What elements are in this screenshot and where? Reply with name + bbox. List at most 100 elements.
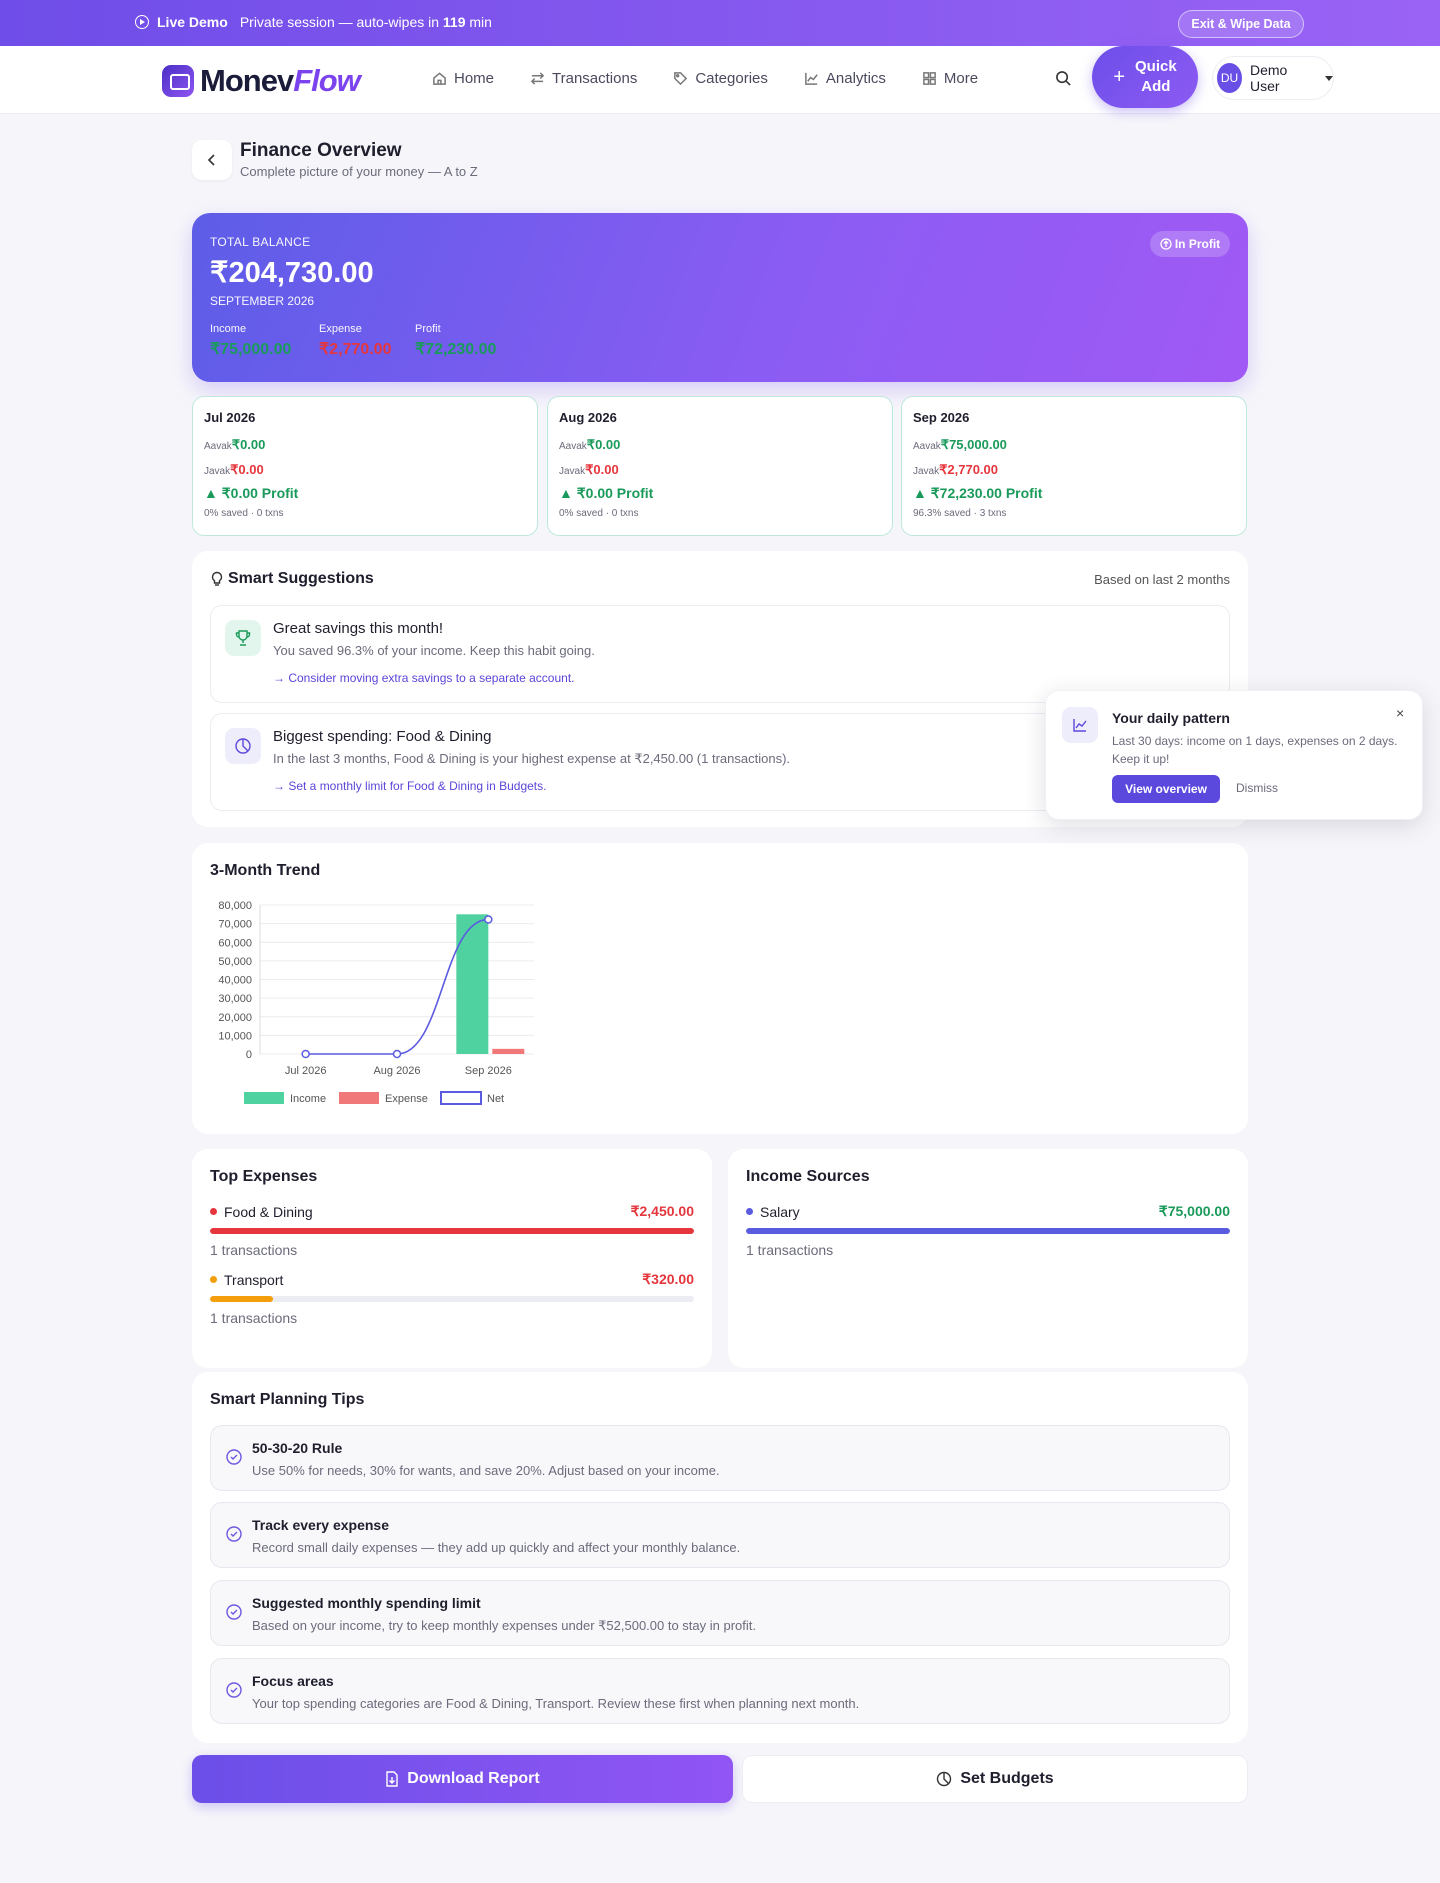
y-tick-label: 40,000: [218, 975, 252, 987]
suggestion-action-link[interactable]: → Set a monthly limit for Food & Dining …: [273, 779, 546, 793]
chevron-left-icon: [207, 154, 215, 166]
y-tick-label: 10,000: [218, 1030, 252, 1042]
view-overview-button[interactable]: View overview: [1112, 775, 1220, 803]
legend-swatch: [244, 1092, 284, 1104]
lightbulb-icon: [211, 571, 223, 586]
play-circle-icon: [135, 15, 149, 29]
planning-tips-panel: Smart Planning Tips 50-30-20 Rule Use 50…: [192, 1372, 1248, 1743]
page-title: Finance Overview: [240, 140, 402, 161]
progress-track: [210, 1296, 694, 1302]
expense-item[interactable]: Food & Dining ₹2,450.00 1 transactions: [210, 1203, 694, 1258]
x-tick-label: Sep 2026: [465, 1065, 512, 1077]
toast-title: Your daily pattern: [1112, 710, 1230, 726]
caret-down-icon: [1325, 75, 1333, 81]
pie-chart-icon: [937, 1771, 952, 1787]
nav-item-categories[interactable]: Categories: [673, 70, 768, 87]
close-icon[interactable]: ×: [1396, 705, 1404, 721]
nav-links: Home Transactions Categories Analytics M…: [432, 70, 1014, 87]
net-point: [392, 1049, 402, 1059]
avatar: DU: [1217, 63, 1242, 93]
tag-icon: [674, 72, 688, 86]
brand-logo[interactable]: MonevFlow: [162, 63, 361, 99]
top-nav: MonevFlow Home Transactions Categories A…: [0, 46, 1440, 114]
y-tick-label: 20,000: [218, 1012, 252, 1024]
check-circle-icon: [226, 1526, 242, 1542]
pie-chart-icon: [225, 728, 261, 764]
progress-track: [746, 1228, 1230, 1234]
expense-stat: Expense ₹2,770.00: [319, 323, 392, 358]
legend-label: Net: [487, 1093, 504, 1105]
income-bar: [456, 914, 489, 1054]
check-circle-icon: [226, 1449, 242, 1465]
toast-desc: Last 30 days: income on 1 days, expenses…: [1112, 734, 1398, 766]
legend-label: Income: [290, 1093, 326, 1105]
nav-item-home[interactable]: Home: [432, 70, 494, 87]
net-point: [301, 1049, 310, 1059]
page-subtitle: Complete picture of your money — A to Z: [240, 164, 478, 179]
x-tick-label: Aug 2026: [373, 1065, 420, 1077]
suggestions-basis: Based on last 2 months: [1094, 572, 1230, 587]
legend-label: Expense: [385, 1093, 428, 1105]
search-button[interactable]: [1047, 61, 1079, 95]
set-budgets-button[interactable]: Set Budgets: [742, 1755, 1248, 1803]
tips-title: Smart Planning Tips: [210, 1391, 365, 1408]
demo-message: Private session — auto-wipes in 119 min: [239, 14, 492, 30]
arrows-swap-icon: [530, 72, 545, 85]
expense-item[interactable]: Transport ₹320.00 1 transactions: [210, 1271, 694, 1326]
nav-item-more[interactable]: More: [922, 70, 978, 87]
month-card-aug[interactable]: Aug 2026 Aavak₹0.00 Javak₹0.00 ▲ ₹0.00 P…: [547, 396, 893, 536]
check-circle-icon: [226, 1682, 242, 1698]
suggestions-title: Smart Suggestions: [228, 570, 374, 587]
income-sources-title: Income Sources: [746, 1168, 870, 1185]
wallet-logo-icon: [162, 65, 194, 97]
exit-wipe-button[interactable]: Exit & Wipe Data: [1178, 10, 1304, 38]
suggestion-card: Great savings this month! You saved 96.3…: [210, 605, 1230, 703]
check-circle-icon: [226, 1604, 242, 1620]
demo-banner: Live Demo Private session — auto-wipes i…: [0, 0, 1440, 46]
month-card-sep[interactable]: Sep 2026 Aavak₹75,000.00 Javak₹2,770.00 …: [901, 396, 1247, 536]
daily-pattern-toast: Your daily pattern Last 30 days: income …: [1045, 690, 1423, 820]
back-button[interactable]: [192, 140, 232, 180]
top-expenses-title: Top Expenses: [210, 1168, 318, 1185]
suggestion-action-link[interactable]: → Consider moving extra savings to a sep…: [273, 671, 575, 685]
nav-item-transactions[interactable]: Transactions: [530, 70, 637, 87]
progress-fill: [746, 1228, 1230, 1234]
user-menu[interactable]: DU Demo User: [1212, 56, 1334, 100]
balance-month: SEPTEMBER 2026: [210, 294, 315, 308]
dismiss-button[interactable]: Dismiss: [1236, 781, 1278, 795]
progress-fill: [210, 1296, 273, 1302]
tip-card: 50-30-20 Rule Use 50% for needs, 30% for…: [210, 1425, 1230, 1491]
y-tick-label: 30,000: [218, 993, 252, 1005]
download-report-button[interactable]: Download Report: [192, 1755, 733, 1803]
tip-card: Track every expense Record small daily e…: [210, 1502, 1230, 1568]
y-tick-label: 50,000: [218, 956, 252, 968]
tip-card: Focus areas Your top spending categories…: [210, 1658, 1230, 1724]
top-expenses-panel: Top Expenses Food & Dining ₹2,450.00 1 t…: [192, 1149, 712, 1368]
nav-item-analytics[interactable]: Analytics: [804, 70, 886, 87]
income-item[interactable]: Salary ₹75,000.00 1 transactions: [746, 1203, 1230, 1258]
month-card-jul[interactable]: Jul 2026 Aavak₹0.00 Javak₹0.00 ▲ ₹0.00 P…: [192, 396, 538, 536]
progress-track: [210, 1228, 694, 1234]
balance-amount: ₹204,730.00: [210, 257, 374, 289]
quick-add-button[interactable]: + Quick Add: [1092, 46, 1198, 108]
y-tick-label: 0: [246, 1049, 252, 1061]
x-tick-label: Jul 2026: [285, 1065, 327, 1077]
tip-card: Suggested monthly spending limit Based o…: [210, 1580, 1230, 1646]
status-badge: In Profit: [1150, 231, 1230, 257]
arrow-up-circle-icon: [1160, 238, 1172, 250]
file-download-icon: [386, 1771, 398, 1787]
y-tick-label: 60,000: [218, 937, 252, 949]
profit-stat: Profit ₹72,230.00: [415, 323, 497, 358]
net-point: [484, 915, 493, 924]
line-chart-icon: [805, 72, 818, 85]
plus-icon: +: [1113, 65, 1125, 88]
y-tick-label: 70,000: [218, 919, 252, 931]
expense-bar: [492, 1048, 525, 1054]
home-icon: [433, 72, 446, 85]
user-name: Demo User: [1250, 62, 1288, 94]
line-chart-icon: [1062, 707, 1098, 743]
trend-panel: 3-Month Trend 80,000 70,000 60,000 50,000 40…: [192, 843, 1248, 1134]
total-balance-card: TOTAL BALANCE ₹204,730.00 SEPTEMBER 2026…: [192, 213, 1248, 382]
search-icon: [1055, 70, 1071, 86]
legend-swatch: [339, 1092, 379, 1104]
